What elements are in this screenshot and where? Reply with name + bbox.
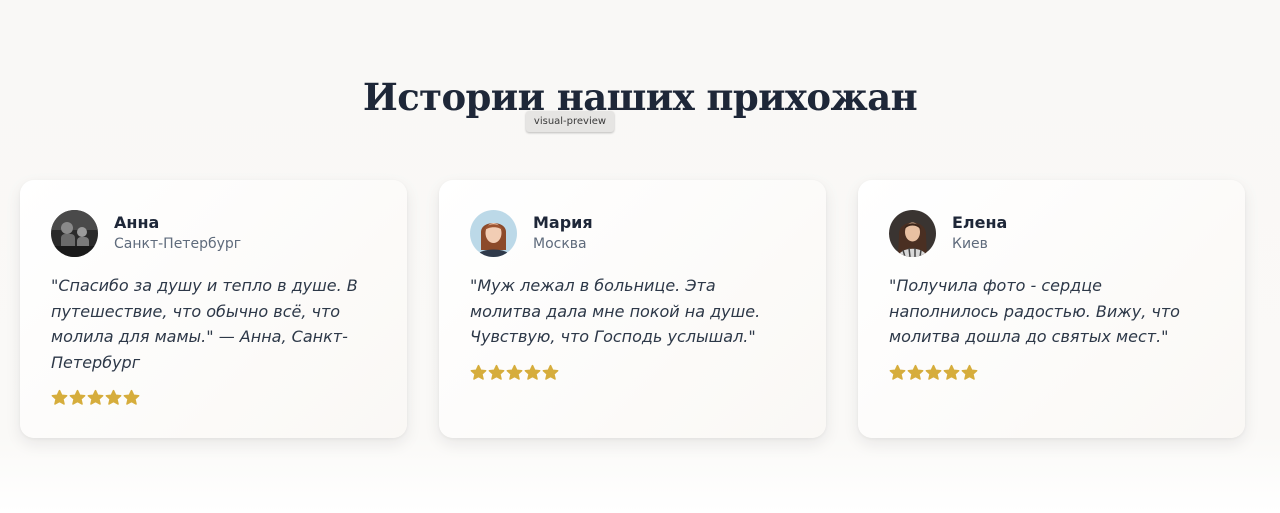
testimonial-card: Анна Санкт-Петербург "Спасибо за душу и … [20,180,407,438]
testimonial-quote: "Муж лежал в больнице. Эта молитва дала … [470,276,761,346]
avatar [470,210,517,257]
avatar [889,210,936,257]
star-icon [123,389,140,406]
star-icon [488,364,505,381]
star-rating [889,364,978,381]
star-rating [51,389,140,406]
testimonial-card: Мария Москва "Муж лежал в больнице. Эта … [439,180,826,438]
star-icon [943,364,960,381]
star-rating [470,364,559,381]
star-icon [961,364,978,381]
star-icon [524,364,541,381]
star-icon [889,364,906,381]
author-city: Санкт-Петербург [114,236,242,252]
author-name: Мария [533,213,593,232]
testimonial-card: Елена Киев "Получила фото - сердце напол… [858,180,1245,438]
star-icon [506,364,523,381]
star-icon [105,389,122,406]
star-icon [470,364,487,381]
author-name: Елена [952,213,1008,232]
avatar [51,210,98,257]
author-name: Анна [114,213,160,232]
testimonial-quote: "Спасибо за душу и тепло в душе. В путеш… [51,276,358,372]
star-icon [925,364,942,381]
star-icon [51,389,68,406]
star-icon [87,389,104,406]
visual-preview-badge: visual-preview [526,111,614,132]
author-city: Киев [952,236,988,252]
section-title: Истории наших прихожан [362,75,918,119]
author-city: Москва [533,236,587,252]
star-icon [907,364,924,381]
testimonial-quote: "Получила фото - сердце наполнилось радо… [889,276,1180,346]
star-icon [69,389,86,406]
star-icon [542,364,559,381]
